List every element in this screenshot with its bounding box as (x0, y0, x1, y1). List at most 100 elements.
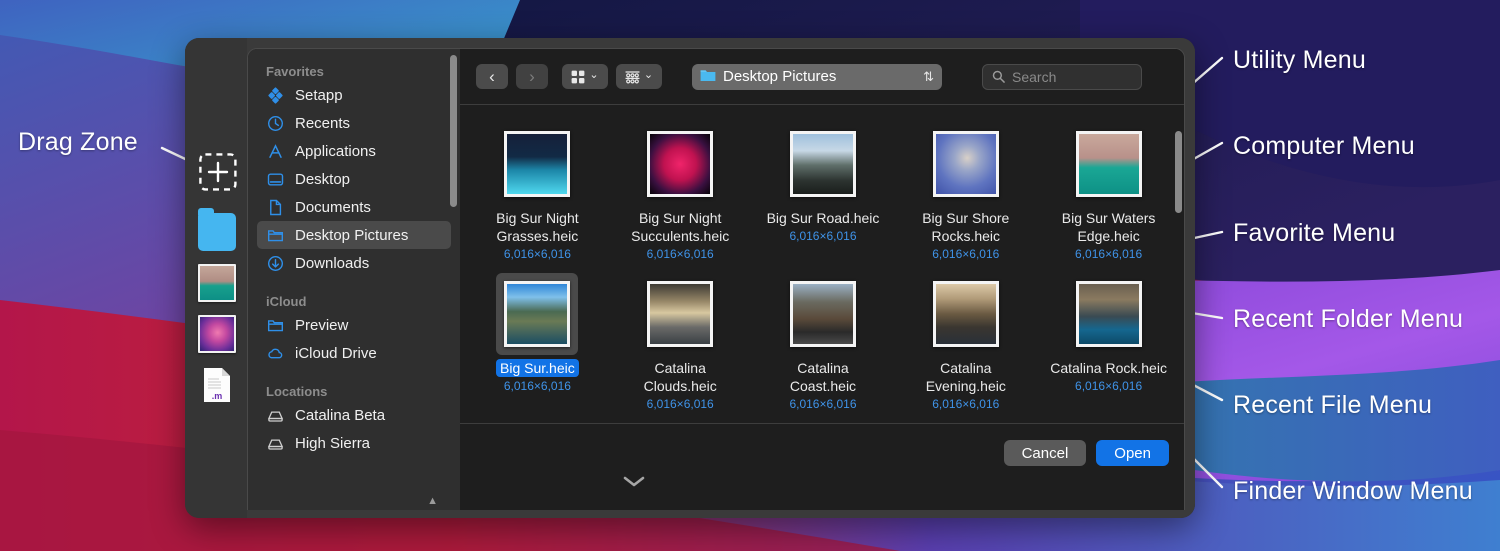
sidebar-section-locations-header: Locations (248, 383, 460, 401)
sidebar-item-setapp[interactable]: Setapp (257, 81, 451, 109)
sidebar-item-desktop-pictures[interactable]: Desktop Pictures (257, 221, 451, 249)
file-grid-container: Big Sur Night Grasses.heic 6,016×6,016 B… (460, 104, 1185, 424)
file-item[interactable]: Big Sur Night Succulents.heic 6,016×6,01… (609, 117, 752, 261)
file-thumbnail-box[interactable] (782, 123, 864, 205)
annotation-recent-folder-menu: Recent Folder Menu (1233, 305, 1463, 334)
drag-zone-strip[interactable]: .m (185, 38, 247, 518)
back-button[interactable]: ‹ (476, 64, 508, 89)
file-dimensions: 6,016×6,016 (1075, 247, 1142, 261)
file-name: Catalina Evening.heic (906, 359, 1026, 395)
file-thumbnail-box[interactable] (496, 273, 578, 355)
open-button[interactable]: Open (1096, 440, 1169, 466)
file-dimensions: 6,016×6,016 (932, 397, 999, 411)
disk-icon (266, 406, 285, 425)
cancel-button[interactable]: Cancel (1004, 440, 1087, 466)
file-thumbnail (647, 281, 713, 347)
file-name: Big Sur Road.heic (767, 209, 880, 227)
file-item[interactable]: Catalina Rock.heic 6,016×6,016 (1037, 267, 1180, 411)
sidebar-item-label: Downloads (295, 255, 369, 272)
folder-icon (266, 226, 285, 245)
file-name: Big Sur Night Succulents.heic (620, 209, 740, 245)
file-dimensions: 6,016×6,016 (932, 247, 999, 261)
drag-item-file-m[interactable]: .m (198, 366, 236, 404)
sidebar-item-downloads[interactable]: Downloads (257, 249, 451, 277)
file-grid: Big Sur Night Grasses.heic 6,016×6,016 B… (460, 105, 1185, 411)
drag-item-image-waters[interactable] (198, 264, 236, 302)
group-view-button[interactable]: ⌄ (616, 64, 662, 89)
sidebar-scroll-up-indicator[interactable]: ▲ (427, 495, 438, 507)
sidebar-scrollbar[interactable] (450, 55, 457, 207)
file-thumbnail-box[interactable] (782, 273, 864, 355)
sidebar-item-label: Desktop (295, 171, 350, 188)
annotation-computer-menu: Computer Menu (1233, 132, 1415, 161)
sidebar-item-label: Applications (295, 143, 376, 160)
sidebar-item-desktop[interactable]: Desktop (257, 165, 451, 193)
sidebar: Favorites Setapp (248, 49, 460, 510)
document-icon (266, 198, 285, 217)
file-thumbnail (933, 281, 999, 347)
annotation-utility-menu: Utility Menu (1233, 46, 1366, 75)
file-item[interactable]: Big Sur Waters Edge.heic 6,016×6,016 (1037, 117, 1180, 261)
file-dimensions: 6,016×6,016 (647, 397, 714, 411)
content-area: ‹ › ⌄ (460, 49, 1185, 510)
sidebar-item-applications[interactable]: Applications (257, 137, 451, 165)
drop-zone-target[interactable] (199, 153, 237, 191)
file-thumbnail-box[interactable] (1068, 273, 1150, 355)
collapse-dialog-chevron[interactable] (623, 474, 645, 491)
file-thumbnail (1076, 281, 1142, 347)
file-item[interactable]: Big Sur Shore Rocks.heic 6,016×6,016 (894, 117, 1037, 261)
sidebar-section-favorites-header: Favorites (248, 63, 460, 81)
search-input[interactable]: Search (1012, 69, 1056, 85)
sidebar-item-label: Desktop Pictures (295, 227, 408, 244)
sidebar-item-documents[interactable]: Documents (257, 193, 451, 221)
file-item[interactable]: Catalina Coast.heic 6,016×6,016 (752, 267, 895, 411)
grid-view-icon (571, 70, 585, 84)
file-dimensions: 6,016×6,016 (789, 229, 856, 243)
search-field[interactable]: Search (982, 64, 1142, 90)
file-thumbnail-box[interactable] (925, 123, 1007, 205)
desktop-icon (266, 170, 285, 189)
file-name: Big Sur Shore Rocks.heic (906, 209, 1026, 245)
path-popup-button[interactable]: Desktop Pictures ⇅ (692, 64, 942, 90)
annotation-favorite-menu: Favorite Menu (1233, 219, 1395, 248)
sidebar-item-label: iCloud Drive (295, 345, 377, 362)
chevron-right-icon: › (529, 68, 535, 85)
search-icon (992, 70, 1005, 83)
file-thumbnail-box[interactable] (1068, 123, 1150, 205)
file-item[interactable]: Catalina Evening.heic 6,016×6,016 (894, 267, 1037, 411)
file-dimensions: 6,016×6,016 (1075, 379, 1142, 393)
file-thumbnail-box[interactable] (925, 273, 1007, 355)
sidebar-item-icloud-drive[interactable]: iCloud Drive (257, 339, 451, 367)
drag-item-image-flower[interactable] (198, 315, 236, 353)
sidebar-item-high-sierra[interactable]: High Sierra (257, 429, 451, 457)
sidebar-item-recents[interactable]: Recents (257, 109, 451, 137)
annotation-drag-zone: Drag Zone (18, 128, 138, 157)
sidebar-item-label: Documents (295, 199, 371, 216)
file-thumbnail-box[interactable] (639, 123, 721, 205)
file-grid-scrollbar[interactable] (1175, 131, 1182, 213)
file-item[interactable]: Catalina Clouds.heic 6,016×6,016 (609, 267, 752, 411)
file-thumbnail (790, 131, 856, 197)
file-thumbnail-box[interactable] (639, 273, 721, 355)
sidebar-item-label: Recents (295, 115, 350, 132)
file-dimensions: 6,016×6,016 (647, 247, 714, 261)
file-item[interactable]: Big Sur Road.heic 6,016×6,016 (752, 117, 895, 261)
file-thumbnail-box[interactable] (496, 123, 578, 205)
sidebar-item-catalina-beta[interactable]: Catalina Beta (257, 401, 451, 429)
sidebar-item-preview[interactable]: Preview (257, 311, 451, 339)
file-dimensions: 6,016×6,016 (504, 247, 571, 261)
sidebar-item-label: High Sierra (295, 435, 370, 452)
sidebar-item-label: Setapp (295, 87, 343, 104)
file-item[interactable]: Big Sur Night Grasses.heic 6,016×6,016 (466, 117, 609, 261)
file-item[interactable]: Big Sur.heic 6,016×6,016 (466, 267, 609, 411)
annotation-recent-file-menu: Recent File Menu (1233, 391, 1432, 420)
file-dimensions: 6,016×6,016 (789, 397, 856, 411)
drag-item-folder[interactable] (198, 213, 236, 251)
icon-view-button[interactable]: ⌄ (562, 64, 608, 89)
file-name: Catalina Clouds.heic (620, 359, 740, 395)
forward-button[interactable]: › (516, 64, 548, 89)
file-thumbnail (504, 131, 570, 197)
cloud-icon (266, 344, 285, 363)
sidebar-item-label: Catalina Beta (295, 407, 385, 424)
annotation-finder-window-menu: Finder Window Menu (1233, 477, 1473, 506)
